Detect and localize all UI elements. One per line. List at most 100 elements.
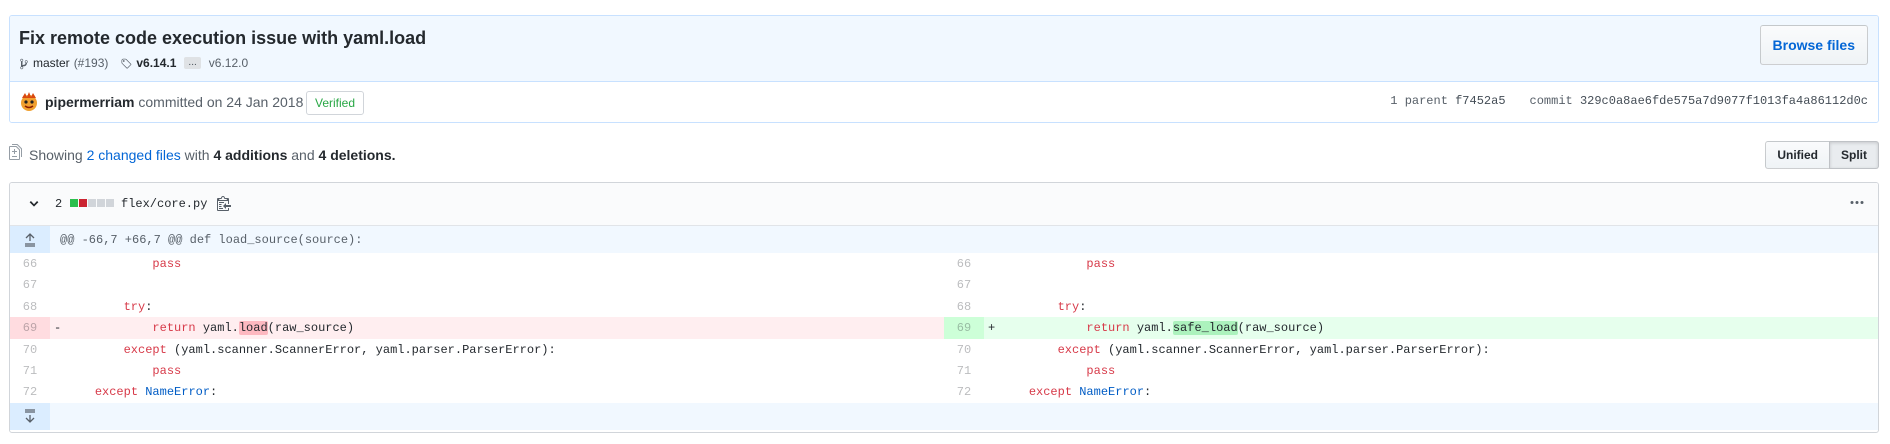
line-number-right[interactable]: 71 — [944, 360, 984, 381]
tag-icon — [120, 56, 132, 70]
file-header: 2 flex/core.py — [10, 183, 1878, 226]
line-number-right[interactable]: 66 — [944, 253, 984, 274]
expand-row — [10, 402, 1878, 430]
file-diff: 2 flex/core.py @@ -66,7 +66,7 @@ def loa… — [9, 182, 1879, 433]
table-row: 69 - return yaml.load(raw_source) 69 + r… — [10, 317, 1878, 339]
code-suffix: (raw_source) — [1237, 321, 1325, 336]
commit-label: commit — [1529, 94, 1573, 108]
avatar[interactable] — [19, 92, 39, 112]
expand-down-icon[interactable] — [10, 402, 50, 430]
diffstat-neutral-block — [97, 199, 105, 207]
table-row: 70 except (yaml.scanner.ScannerError, ya… — [10, 339, 1878, 360]
line-marker — [984, 274, 1000, 295]
code-right: return yaml.safe_load(raw_source) — [1086, 321, 1325, 336]
line-number-left[interactable]: 69 — [10, 317, 50, 339]
line-marker — [984, 253, 1000, 274]
commit-author-line: pipermerriam committed on 24 Jan 2018 — [45, 94, 303, 110]
code-right: try: — [1057, 299, 1087, 314]
parent-info: 1 parent f7452a5 — [1390, 94, 1505, 108]
diff-summary-bar: Showing 2 changed files with 4 additions… — [9, 141, 1879, 171]
commit-title: Fix remote code execution issue with yam… — [19, 28, 427, 48]
table-row: 72 except NameError: 72 except NameError… — [10, 381, 1878, 402]
more-tags-button[interactable]: ... — [184, 57, 201, 69]
split-view-button[interactable]: Split — [1829, 141, 1879, 169]
commit-sha: 329c0a8ae6fde575a7d9077f1013fa4a86112d0c — [1579, 94, 1868, 108]
file-diff-icon — [9, 144, 23, 163]
parent-sha-link[interactable]: f7452a5 — [1455, 94, 1505, 108]
verified-badge[interactable]: Verified — [306, 91, 365, 115]
line-marker — [984, 296, 1000, 317]
line-marker — [50, 274, 66, 295]
line-number-left[interactable]: 72 — [10, 381, 50, 402]
line-number-right[interactable]: 70 — [944, 339, 984, 360]
and-label: and — [291, 147, 315, 163]
unified-view-button[interactable]: Unified — [1765, 141, 1830, 169]
code-left: pass — [152, 257, 182, 271]
line-number-left[interactable]: 68 — [10, 296, 50, 317]
diff-view-toggle: Unified Split — [1765, 141, 1879, 169]
branch-link[interactable]: master — [33, 56, 70, 70]
deletions-count: 4 deletions. — [318, 147, 396, 163]
code-right — [1000, 274, 1878, 295]
tag-to-link[interactable]: v6.12.0 — [209, 56, 248, 70]
tag-from-link[interactable]: v6.14.1 — [136, 56, 176, 70]
file-path-link[interactable]: flex/core.py — [121, 197, 207, 211]
code-right: pass — [1086, 257, 1116, 271]
left-line: 70 except (yaml.scanner.ScannerError, ya… — [10, 339, 944, 360]
table-row: 67 67 — [10, 274, 1878, 295]
code-right: pass — [1086, 363, 1116, 378]
hunk-header: @@ -66,7 +66,7 @@ def load_source(source… — [60, 233, 363, 247]
line-marker — [50, 339, 66, 360]
table-row: 66 pass 66 pass — [10, 253, 1878, 274]
right-line: 66 pass — [944, 253, 1878, 274]
code-right: except (yaml.scanner.ScannerError, yaml.… — [1057, 342, 1490, 357]
browse-files-button[interactable]: Browse files — [1759, 25, 1868, 65]
right-line-added: 69 + return yaml.safe_load(raw_source) — [944, 317, 1878, 339]
additions-count: 4 additions — [213, 147, 288, 163]
line-number-left[interactable]: 67 — [10, 274, 50, 295]
diffstat-neutral-block — [88, 199, 96, 207]
left-line: 66 pass — [10, 253, 944, 274]
committed-date: committed on 24 Jan 2018 — [138, 94, 304, 110]
hunk-header-row: @@ -66,7 +66,7 @@ def load_source(source… — [10, 226, 1878, 253]
author-link[interactable]: pipermerriam — [45, 94, 134, 110]
commit-summary: Fix remote code execution issue with yam… — [9, 15, 1879, 123]
line-number-right[interactable]: 68 — [944, 296, 984, 317]
diffstat-add-block — [70, 199, 78, 207]
code-left: pass — [152, 363, 182, 378]
line-number-left[interactable]: 70 — [10, 339, 50, 360]
right-line: 68 try: — [944, 296, 1878, 317]
parent-label: 1 parent — [1390, 94, 1448, 108]
file-change-count: 2 — [55, 197, 63, 211]
line-number-right[interactable]: 67 — [944, 274, 984, 295]
right-line: 67 — [944, 274, 1878, 295]
more-options-icon[interactable] — [1850, 195, 1864, 214]
addition-marker: + — [988, 321, 996, 336]
pr-link[interactable]: (#193) — [74, 56, 109, 70]
code-left: except NameError: — [94, 385, 218, 400]
code-left: return yaml.load(raw_source) — [152, 321, 355, 336]
line-marker — [50, 360, 66, 381]
line-marker — [50, 296, 66, 317]
left-line: 67 — [10, 274, 944, 295]
line-number-right[interactable]: 69 — [944, 317, 984, 339]
line-number-left[interactable]: 66 — [10, 253, 50, 274]
line-marker — [50, 381, 66, 402]
expand-up-icon[interactable] — [10, 226, 50, 253]
line-marker — [984, 339, 1000, 360]
right-line: 71 pass — [944, 360, 1878, 381]
commit-info: commit 329c0a8ae6fde575a7d9077f1013fa4a8… — [1530, 94, 1868, 108]
chevron-down-icon[interactable] — [28, 197, 40, 214]
showing-label: Showing — [29, 147, 83, 163]
table-row: 68 try: 68 try: — [10, 296, 1878, 317]
line-marker — [50, 253, 66, 274]
code-left — [66, 274, 944, 295]
commit-branches: master (#193) v6.14.1 ... v6.12.0 — [19, 56, 248, 70]
line-number-right[interactable]: 72 — [944, 381, 984, 402]
clipboard-icon[interactable] — [217, 195, 231, 214]
commit-meta: pipermerriam committed on 24 Jan 2018 Ve… — [10, 82, 1878, 122]
code-left: try: — [123, 299, 153, 314]
changed-files-link[interactable]: 2 changed files — [87, 147, 181, 163]
line-number-left[interactable]: 71 — [10, 360, 50, 381]
left-line: 72 except NameError: — [10, 381, 944, 402]
